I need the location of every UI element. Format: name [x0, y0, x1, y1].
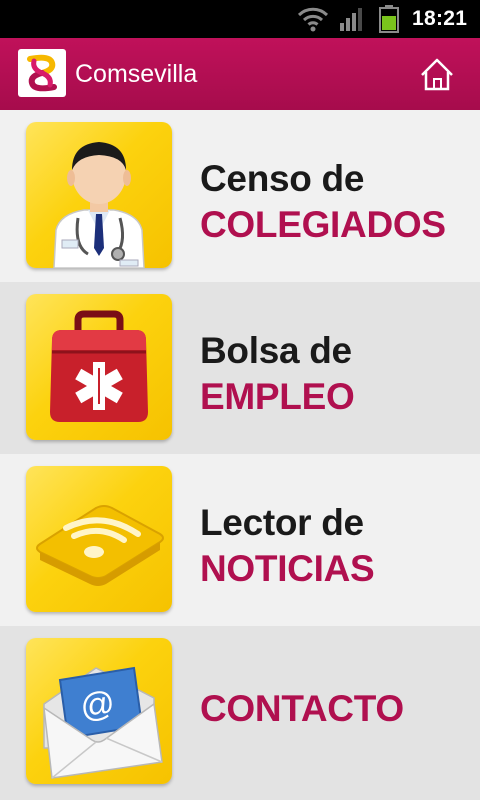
menu-label-line1: Censo de [200, 158, 365, 199]
menu-tile[interactable] [26, 466, 172, 612]
menu-label-line2: COLEGIADOS [200, 204, 446, 245]
menu-label-line2: CONTACTO [200, 688, 404, 729]
menu-label: Bolsa de EMPLEO [200, 328, 355, 420]
menu-tile[interactable]: @ [26, 638, 172, 784]
app-logo-icon [27, 54, 57, 92]
first-aid-kit-icon [50, 310, 148, 422]
svg-text:@: @ [78, 684, 117, 726]
menu-item-contacto[interactable]: @ CONTACTO [0, 626, 480, 800]
menu-label-line2: EMPLEO [200, 376, 355, 417]
menu-tile[interactable] [26, 294, 172, 440]
doctor-icon [53, 142, 145, 268]
signal-icon [340, 8, 362, 31]
email-envelope-icon: @ [43, 666, 163, 779]
menu-label: Censo de COLEGIADOS [200, 156, 446, 248]
main-menu: Censo de COLEGIADOS Bolsa de EMPLEO Lect… [0, 110, 480, 800]
action-bar: Comsevilla [0, 38, 480, 110]
menu-label-line1: Bolsa de [200, 330, 352, 371]
menu-label-line1: Lector de [200, 502, 364, 543]
status-bar: 18:21 [0, 0, 480, 38]
menu-label-line2: NOTICIAS [200, 548, 375, 589]
menu-tile[interactable] [26, 122, 172, 268]
menu-item-empleo[interactable]: Bolsa de EMPLEO [0, 282, 480, 454]
app-title: Comsevilla [75, 60, 198, 88]
menu-label: CONTACTO [200, 686, 404, 732]
app-logo[interactable] [18, 49, 66, 97]
status-time: 18:21 [412, 7, 468, 30]
battery-icon [379, 5, 399, 33]
menu-item-colegiados[interactable]: Censo de COLEGIADOS [0, 110, 480, 282]
home-icon[interactable] [416, 54, 458, 94]
rss-feed-icon [36, 505, 164, 586]
wifi-icon [297, 7, 329, 32]
menu-item-noticias[interactable]: Lector de NOTICIAS [0, 454, 480, 626]
menu-label: Lector de NOTICIAS [200, 500, 375, 592]
